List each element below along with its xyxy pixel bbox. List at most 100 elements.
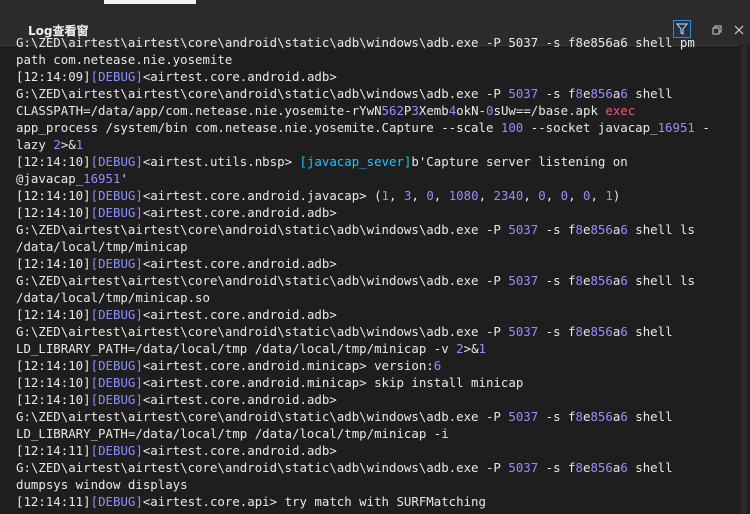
log-text: sUw==/base.apk: [493, 103, 606, 118]
log-text: 6: [620, 460, 628, 475]
log-line: /data/local/tmp/minicap: [16, 238, 738, 255]
log-text: 16951: [657, 120, 695, 135]
log-text: ,: [433, 188, 449, 203]
log-text: 2: [456, 341, 464, 356]
log-level: [DEBUG]: [90, 154, 143, 169]
log-text: G:\ZED\airtest\airtest\core\android\stat…: [16, 460, 509, 475]
log-text: b'Capture server listening on: [411, 154, 628, 169]
log-text: 562: [381, 103, 404, 118]
log-text: -s f: [538, 86, 576, 101]
log-text: 856: [590, 324, 613, 339]
log-text: -s f: [538, 324, 576, 339]
log-text: 6: [620, 324, 628, 339]
log-timestamp: [12:14:11]: [16, 494, 91, 509]
log-text: 856: [590, 222, 613, 237]
log-line: dumpsys window displays: [16, 476, 738, 493]
log-text: G:\ZED\airtest\airtest\core\android\stat…: [16, 409, 509, 424]
log-timestamp: [12:14:10]: [16, 307, 91, 322]
log-text: shell: [627, 324, 673, 339]
log-line: [12:14:09][DEBUG]<airtest.core.android.a…: [16, 68, 738, 85]
log-text: 6: [620, 222, 628, 237]
log-line: [12:14:10][DEBUG]<airtest.core.android.m…: [16, 374, 738, 391]
log-line: G:\ZED\airtest\airtest\core\android\stat…: [16, 459, 738, 476]
log-text: 6: [620, 409, 628, 424]
log-text: shell: [627, 409, 673, 424]
log-timestamp: [12:14:10]: [16, 154, 91, 169]
log-line: G:\ZED\airtest\airtest\core\android\stat…: [16, 85, 738, 102]
log-text: <airtest.core.android.adb>: [142, 205, 337, 220]
log-text: <airtest.core.android.adb>: [142, 256, 337, 271]
scrollbar-thumb[interactable]: [741, 45, 747, 514]
log-text: 8: [575, 324, 583, 339]
log-text: G:\ZED\airtest\airtest\core\android\stat…: [16, 222, 509, 237]
log-text: <airtest.core.android.minicap> version:: [142, 358, 434, 373]
log-viewer-window: Log查看窗 G:\ZED\airtest\airtest\core\andro…: [0, 0, 750, 514]
top-strip: [0, 0, 750, 12]
log-text: 5037: [508, 86, 539, 101]
log-text: Xemb: [418, 103, 449, 118]
top-tab-highlight: [104, 0, 196, 4]
log-text: [javacap_sever]: [299, 154, 412, 169]
log-level: [DEBUG]: [90, 392, 143, 407]
log-level: [DEBUG]: [90, 69, 143, 84]
log-text: 8: [575, 273, 583, 288]
log-line: [12:14:11][DEBUG]<airtest.core.android.a…: [16, 442, 738, 459]
log-text: 100: [500, 120, 524, 135]
log-text: 8: [575, 222, 583, 237]
log-text: 1: [605, 188, 613, 203]
log-text: app_process /system/bin com.netease.nie.…: [16, 120, 501, 135]
log-text: 856: [590, 409, 613, 424]
log-line: lazy 2>&1: [16, 136, 738, 153]
log-level: [DEBUG]: [90, 256, 143, 271]
log-text: G:\ZED\airtest\airtest\core\android\stat…: [16, 273, 509, 288]
log-line: /data/local/tmp/minicap.so: [16, 289, 738, 306]
log-text: shell ls: [627, 222, 695, 237]
log-text: 6: [433, 358, 442, 373]
log-line: [12:14:10][DEBUG]<airtest.core.android.a…: [16, 391, 738, 408]
vertical-scrollbar[interactable]: [738, 45, 750, 514]
log-text: 1: [75, 137, 84, 152]
log-text: ,: [389, 188, 404, 203]
log-text: shell ls: [627, 273, 695, 288]
log-text: >&: [60, 137, 76, 152]
log-text: path com.netease.nie.yosemite: [16, 52, 233, 67]
log-text: 5037: [508, 324, 539, 339]
log-timestamp: [12:14:10]: [16, 205, 91, 220]
log-line: G:\ZED\airtest\airtest\core\android\stat…: [16, 221, 738, 238]
log-text: <airtest.core.android.javacap> (: [142, 188, 382, 203]
log-text: 3: [411, 103, 419, 118]
log-text: ,: [568, 188, 584, 203]
log-line: [12:14:10][DEBUG]<airtest.core.android.j…: [16, 187, 738, 204]
log-text: /data/local/tmp/minicap: [16, 239, 188, 254]
log-text: 5037: [508, 409, 539, 424]
log-line: [12:14:10][DEBUG]<airtest.core.android.a…: [16, 255, 738, 272]
log-level: [DEBUG]: [90, 358, 143, 373]
log-text: exec: [605, 103, 636, 118]
log-timestamp: [12:14:10]: [16, 256, 91, 271]
log-text: ': [120, 171, 128, 186]
log-text: G:\ZED\airtest\airtest\core\android\stat…: [16, 324, 509, 339]
log-timestamp: [12:14:10]: [16, 392, 91, 407]
log-text: -s f: [538, 273, 576, 288]
log-text: <airtest.core.android.adb>: [142, 443, 337, 458]
log-text: 1080: [448, 188, 479, 203]
log-line: CLASSPATH=/data/app/com.netease.nie.yose…: [16, 102, 738, 119]
log-text: 856: [590, 86, 613, 101]
log-line: LD_LIBRARY_PATH=/data/local/tmp /data/lo…: [16, 425, 738, 442]
log-text: 2: [53, 137, 61, 152]
log-text: LD_LIBRARY_PATH=/data/local/tmp /data/lo…: [16, 426, 449, 441]
log-timestamp: [12:14:10]: [16, 188, 91, 203]
log-text: /data/local/tmp/minicap.so: [16, 290, 210, 305]
log-text: 0: [426, 188, 434, 203]
log-level: [DEBUG]: [90, 188, 143, 203]
log-timestamp: [12:14:11]: [16, 443, 91, 458]
log-level: [DEBUG]: [90, 205, 143, 220]
log-text: 856: [590, 460, 613, 475]
log-line: [12:14:10][DEBUG]<airtest.core.android.m…: [16, 357, 738, 374]
log-text: 5037: [508, 460, 539, 475]
log-level: [DEBUG]: [90, 375, 143, 390]
log-text: 8: [575, 86, 583, 101]
log-text: 0: [538, 188, 546, 203]
log-text: 5037: [508, 273, 539, 288]
log-text: 1: [478, 341, 486, 356]
